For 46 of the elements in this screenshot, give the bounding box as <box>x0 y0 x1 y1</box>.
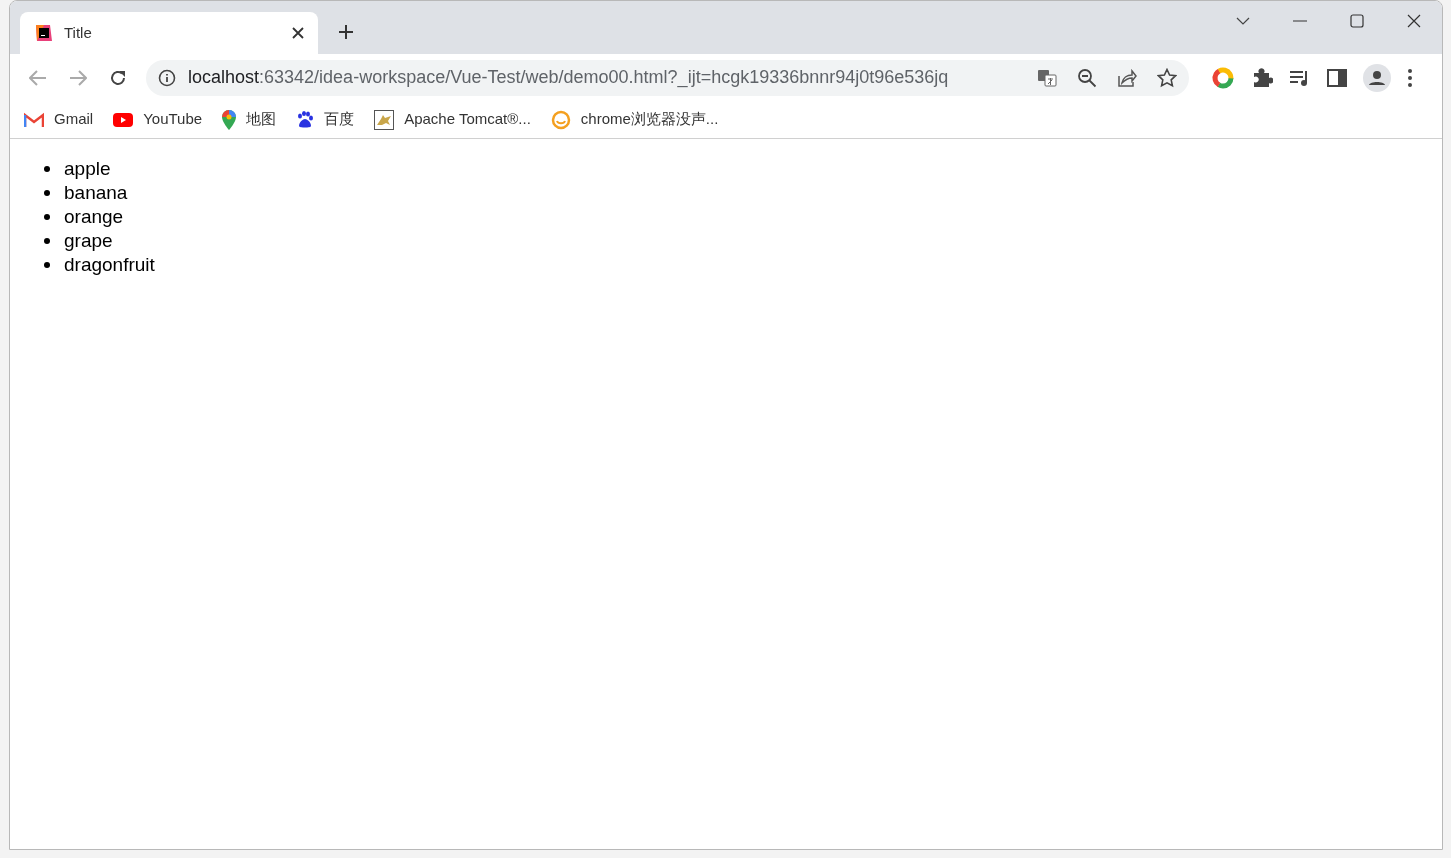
bookmark-link[interactable]: 地图 <box>222 108 277 131</box>
bullet-icon <box>44 262 50 268</box>
close-icon <box>292 27 304 39</box>
close-tab-button[interactable] <box>292 27 304 39</box>
side-panel-icon[interactable] <box>1327 68 1347 87</box>
bookmark-link[interactable]: chrome浏览器没声... <box>550 108 719 131</box>
list-item-text: banana <box>64 180 128 205</box>
forward-arrow-icon <box>69 69 87 86</box>
smile-icon <box>550 109 571 130</box>
list-item-text: apple <box>64 156 111 181</box>
puzzle-icon[interactable] <box>1251 66 1273 89</box>
plus-icon <box>338 24 354 40</box>
play-icon <box>113 112 134 127</box>
reload-icon <box>109 68 127 87</box>
bullet-icon <box>44 190 50 196</box>
app-logo-icon <box>34 23 54 43</box>
extension-ring-icon[interactable] <box>1211 65 1235 90</box>
tab-title: Title <box>64 22 93 43</box>
menu-icon[interactable] <box>1407 68 1413 87</box>
back-arrow-icon <box>29 69 47 86</box>
translate-icon[interactable] <box>1037 67 1057 88</box>
map-pin-icon <box>222 109 237 130</box>
bookmark-link[interactable]: YouTube <box>113 108 203 131</box>
star-icon[interactable] <box>1157 67 1177 88</box>
bookmark-link[interactable]: 百度 <box>296 108 355 131</box>
bullet-icon <box>44 238 50 244</box>
bullet-icon <box>44 214 50 220</box>
zoom-out-icon[interactable] <box>1077 67 1097 88</box>
address-bar[interactable]: localhost:63342/idea-workspace/Vue-Test/web/demo00.html?_ijt=hcgk19336bnnr94j0t96e536jq <box>146 59 1189 96</box>
bullet-icon <box>44 166 50 172</box>
profile-avatar-icon[interactable] <box>1363 63 1391 92</box>
maximize-icon <box>1349 14 1364 28</box>
list-item-text: orange <box>64 204 124 229</box>
browser-tab[interactable]: Title <box>20 12 318 54</box>
minimize-icon <box>1292 20 1307 22</box>
list-item-text: grape <box>64 228 113 253</box>
list-item-text: dragonfruit <box>64 252 155 277</box>
bookmark-link[interactable]: Apache Tomcat®... <box>374 108 531 131</box>
info-icon <box>158 68 176 87</box>
close-icon <box>1406 14 1421 28</box>
bookmark-link[interactable]: Gmail <box>24 108 94 131</box>
chevron-down-icon <box>1235 17 1250 25</box>
paw-icon <box>296 110 315 129</box>
url-text: localhost:63342/idea-workspace/Vue-Test/web/demo00.html?_ijt=hcgk19336bnnr94j0t96e536jq <box>188 66 949 90</box>
share-icon[interactable] <box>1117 67 1137 88</box>
gmail-icon <box>24 111 44 128</box>
